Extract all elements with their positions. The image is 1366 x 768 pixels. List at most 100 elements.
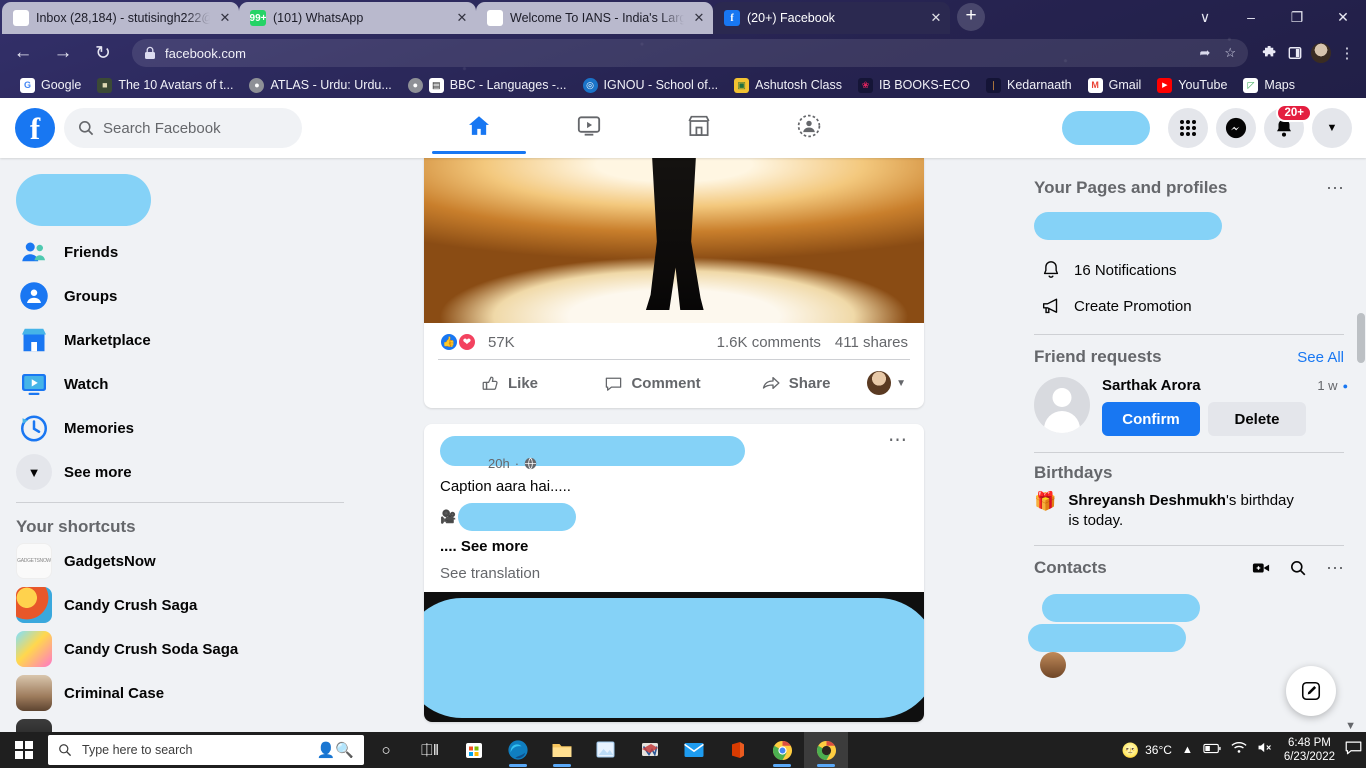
microsoft-edge-icon[interactable]	[496, 732, 540, 768]
word-icon[interactable]	[628, 732, 672, 768]
star-icon[interactable]: ☆	[1224, 45, 1236, 61]
minimize-button[interactable]: –	[1228, 0, 1274, 34]
sidebar-item-friends[interactable]: Friends	[8, 230, 352, 274]
tray-overflow-icon[interactable]: ▲	[1182, 744, 1193, 756]
search-input[interactable]: Search Facebook	[64, 108, 302, 148]
see-more-link[interactable]: .... See more	[440, 537, 908, 557]
file-explorer-icon[interactable]	[540, 732, 584, 768]
shortcut-criminal-case[interactable]: Criminal Case	[8, 671, 352, 715]
address-bar[interactable]: facebook.com ➦ ☆	[132, 39, 1248, 67]
browser-tab[interactable]: IANS Welcome To IANS - India's Large ✕	[476, 2, 713, 34]
page-scrollbar[interactable]	[1356, 158, 1366, 732]
bookmark-item[interactable]: ❘ Kedarnaath	[978, 74, 1080, 96]
weather-widget[interactable]: 🌝 36°C	[1122, 742, 1172, 759]
photos-icon[interactable]	[584, 732, 628, 768]
page-notifications-row[interactable]: 16 Notifications	[1034, 252, 1348, 288]
delete-button[interactable]: Delete	[1208, 402, 1306, 436]
chrome-menu-icon[interactable]: ⋮	[1334, 40, 1360, 66]
avatar[interactable]	[1308, 40, 1334, 66]
grid-menu-icon[interactable]	[1168, 108, 1208, 148]
nav-groups[interactable]	[754, 98, 864, 154]
chevron-down-icon[interactable]: ▼	[896, 378, 906, 389]
browser-tab[interactable]: M Inbox (28,184) - stutisingh222@ ✕	[2, 2, 239, 34]
post-image[interactable]	[424, 158, 924, 323]
bookmark-item[interactable]: ■ The 10 Avatars of t...	[89, 74, 241, 96]
sidebar-item-watch[interactable]: Watch	[8, 362, 352, 406]
mail-icon[interactable]	[672, 732, 716, 768]
shares-count[interactable]: 411 shares	[835, 334, 908, 351]
sidebar-item-memories[interactable]: Memories	[8, 406, 352, 450]
new-tab-button[interactable]: +	[957, 3, 985, 31]
nav-home[interactable]	[424, 98, 534, 154]
ellipsis-icon[interactable]: ⋯	[1326, 559, 1344, 577]
puzzle-icon[interactable]	[1256, 40, 1282, 66]
bookmark-item[interactable]: ● ATLAS - Urdu: Urdu...	[241, 74, 399, 96]
see-all-link[interactable]: See All	[1297, 349, 1344, 366]
compose-message-button[interactable]	[1286, 666, 1336, 716]
see-translation-link[interactable]: See translation	[424, 557, 924, 592]
sidebar-see-more[interactable]: ▼ See more	[8, 450, 352, 494]
notification-icon[interactable]	[1345, 741, 1362, 760]
sidebar-item-marketplace[interactable]: Marketplace	[8, 318, 352, 362]
shortcut-candy-crush-saga[interactable]: Candy Crush Saga	[8, 583, 352, 627]
shortcut-gadgetsnow[interactable]: GADGETSNOW GadgetsNow	[8, 539, 352, 583]
account-menu-button[interactable]: ▼	[1312, 108, 1352, 148]
nav-watch[interactable]	[534, 98, 644, 154]
forward-button[interactable]: →	[46, 36, 80, 70]
messenger-icon[interactable]	[1216, 108, 1256, 148]
birthday-person-name[interactable]: Shreyansh Deshmukh	[1068, 492, 1226, 509]
reaction-counts[interactable]: 👍 ❤ 57K	[440, 333, 515, 351]
bookmark-item[interactable]: ▣ Ashutosh Class	[726, 74, 850, 96]
browser-tab-active[interactable]: f (20+) Facebook ✕	[713, 2, 950, 34]
nav-marketplace[interactable]	[644, 98, 754, 154]
post-meta[interactable]: 20h ·	[488, 456, 888, 471]
chrome-icon[interactable]	[804, 732, 848, 768]
maximize-button[interactable]: ❐	[1274, 0, 1320, 34]
bookmark-item[interactable]: G Google	[12, 74, 89, 96]
cortana-icon[interactable]: ○	[364, 732, 408, 768]
scroll-down-arrow-icon[interactable]: ▼	[1345, 720, 1356, 732]
sidebar-item-groups[interactable]: Groups	[8, 274, 352, 318]
clock[interactable]: 6:48 PM 6/23/2022	[1284, 736, 1335, 764]
windows-start-icon[interactable]	[0, 732, 48, 768]
share-button[interactable]: Share	[724, 364, 867, 402]
post-menu-button[interactable]: ⋯	[888, 431, 908, 450]
confirm-button[interactable]: Confirm	[1102, 402, 1200, 436]
tab-close-icon[interactable]: ✕	[928, 10, 944, 26]
post-attachment-image[interactable]	[424, 592, 924, 722]
comments-count[interactable]: 1.6K comments	[717, 334, 821, 351]
reload-button[interactable]: ↻	[86, 36, 120, 70]
bookmark-item[interactable]: ◎ IGNOU - School of...	[575, 74, 727, 96]
battery-icon[interactable]	[1203, 741, 1221, 759]
side-panel-icon[interactable]	[1282, 40, 1308, 66]
shortcut-partial[interactable]	[8, 715, 352, 732]
scrollbar-thumb[interactable]	[1357, 313, 1365, 363]
comment-button[interactable]: Comment	[581, 364, 724, 402]
friend-request-name[interactable]: Sarthak Arora	[1102, 377, 1201, 394]
task-view-icon[interactable]: ⎅‖	[408, 732, 452, 768]
chrome-s-icon[interactable]	[760, 732, 804, 768]
microsoft-store-icon[interactable]	[452, 732, 496, 768]
shortcut-candy-crush-soda-saga[interactable]: Candy Crush Soda Saga	[8, 627, 352, 671]
profile-shortcut[interactable]	[1052, 108, 1160, 148]
video-plus-icon[interactable]	[1252, 560, 1270, 576]
create-promotion-row[interactable]: Create Promotion	[1034, 288, 1348, 324]
browser-tab[interactable]: 99+ (101) WhatsApp ✕	[239, 2, 476, 34]
bookmark-item[interactable]: M Gmail	[1080, 74, 1150, 96]
facebook-logo[interactable]: f	[15, 108, 55, 148]
avatar[interactable]	[1034, 377, 1090, 433]
tab-close-icon[interactable]: ✕	[691, 10, 707, 26]
office-icon[interactable]	[716, 732, 760, 768]
tab-close-icon[interactable]: ✕	[217, 10, 233, 26]
search-icon[interactable]	[1290, 560, 1306, 576]
volume-muted-icon[interactable]	[1257, 741, 1274, 759]
notifications-button[interactable]: 20+	[1264, 104, 1312, 148]
share-icon[interactable]: ➦	[1199, 45, 1210, 61]
ellipsis-icon[interactable]: ⋯	[1326, 179, 1344, 197]
close-window-button[interactable]: ✕	[1320, 0, 1366, 34]
tab-close-icon[interactable]: ✕	[454, 10, 470, 26]
bookmark-item[interactable]: ❀ IB BOOKS-ECO	[850, 74, 978, 96]
bookmark-item[interactable]: ● ▤ BBC - Languages -...	[400, 74, 575, 96]
back-button[interactable]: ←	[6, 36, 40, 70]
wifi-icon[interactable]	[1231, 741, 1247, 759]
